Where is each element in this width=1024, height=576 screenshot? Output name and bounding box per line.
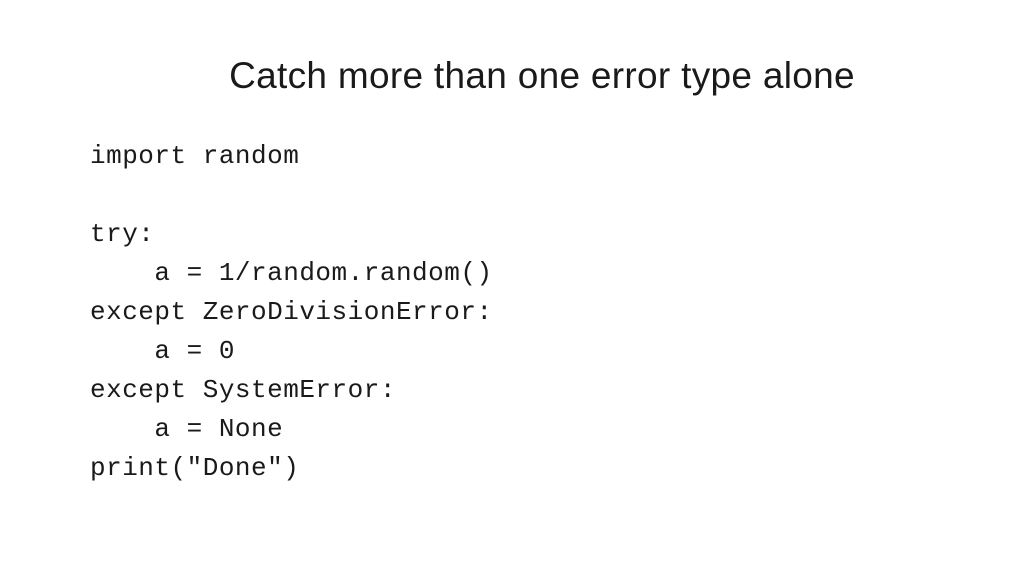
code-block: import random try: a = 1/random.random()…: [90, 137, 934, 488]
slide-title: Catch more than one error type alone: [90, 55, 934, 97]
